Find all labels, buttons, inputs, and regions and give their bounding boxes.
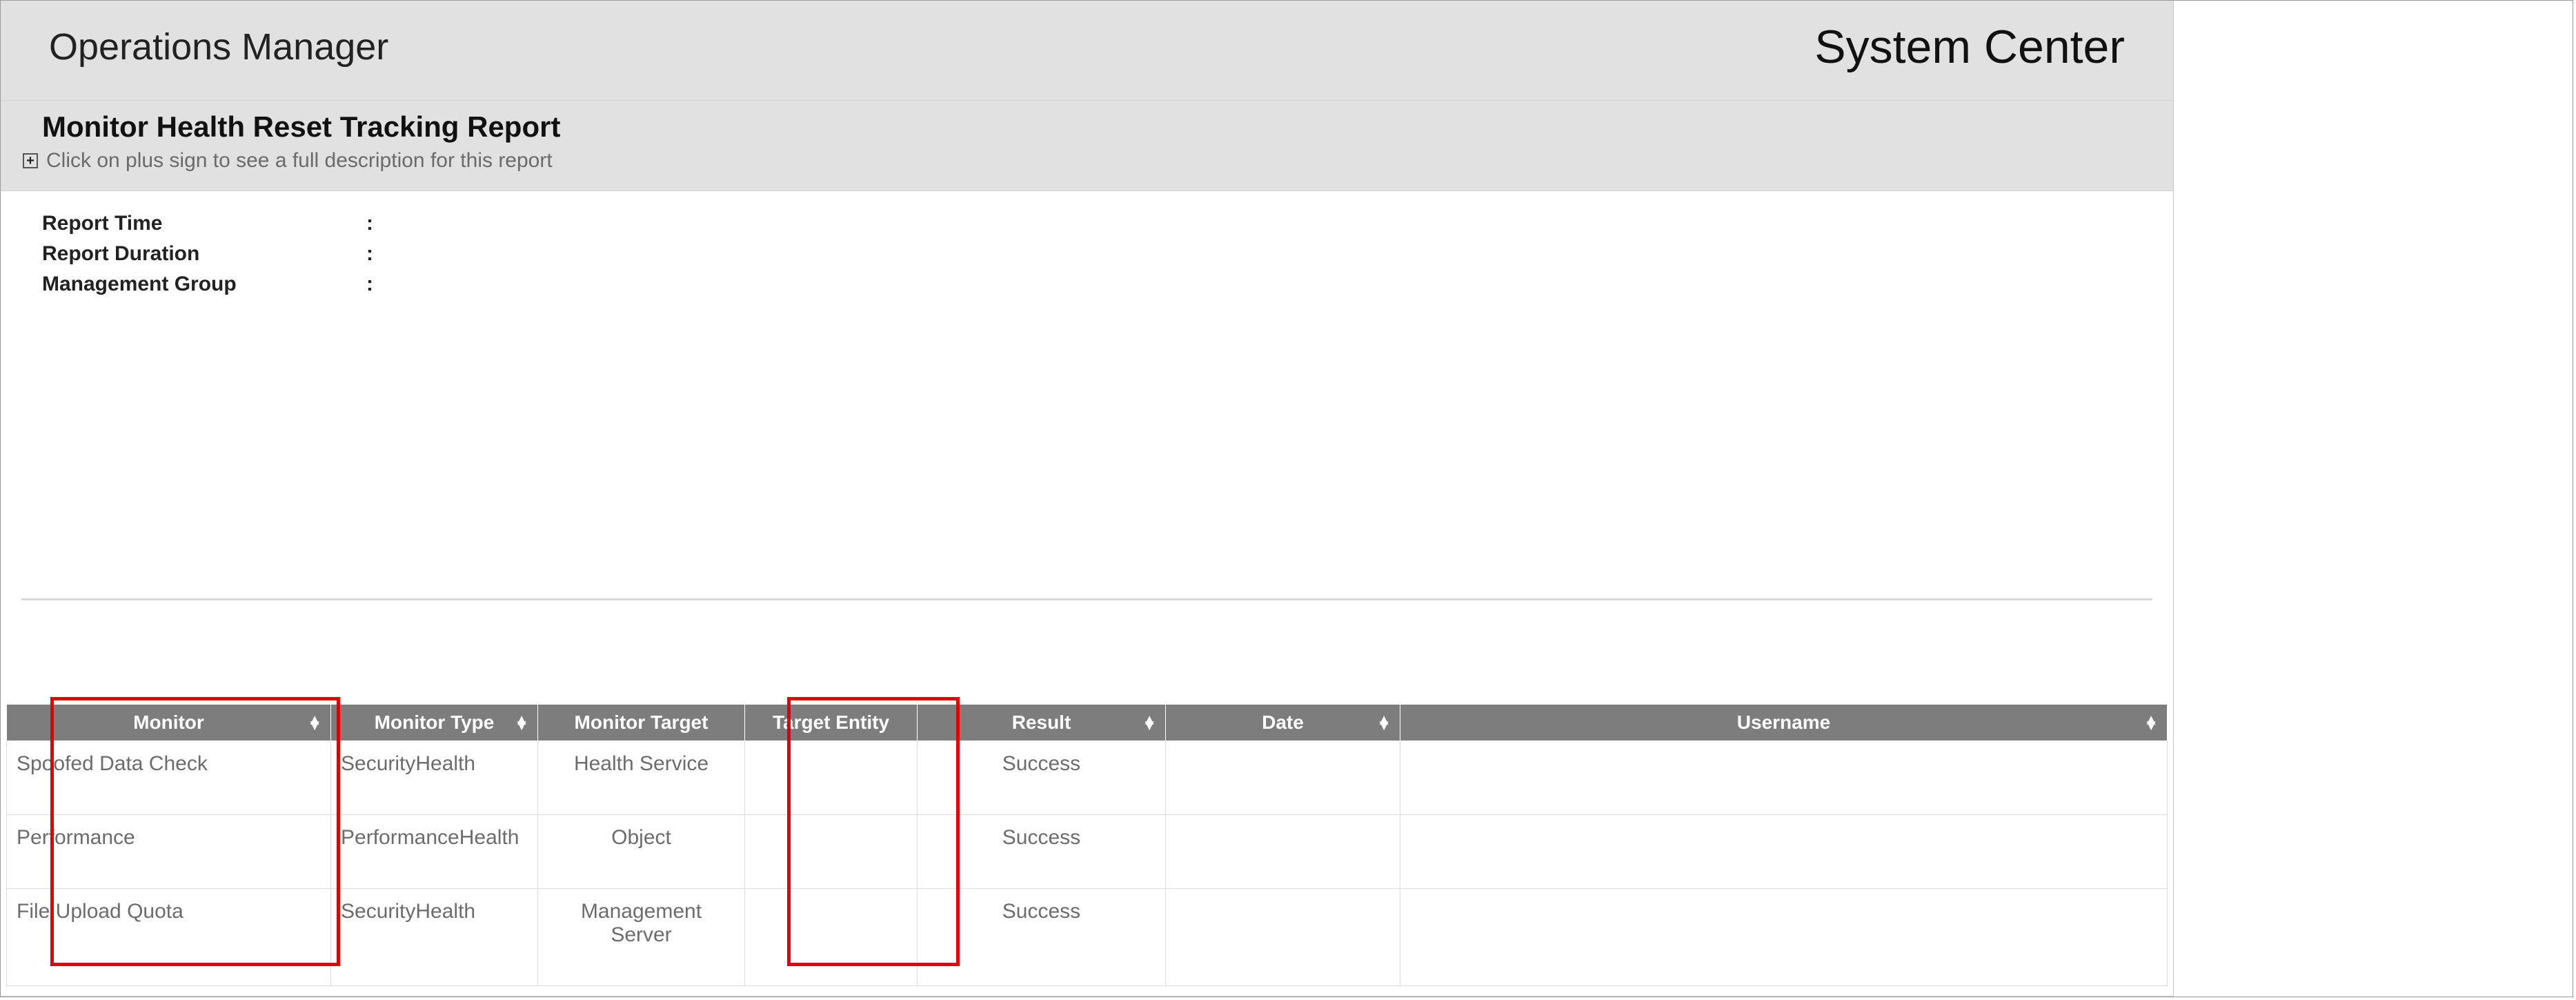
cell-target: Management Server <box>538 889 745 986</box>
cell-user <box>1400 815 2168 889</box>
report-window: Operations Manager System Center Monitor… <box>0 0 2573 997</box>
meta-label: Report Time <box>42 212 366 235</box>
report-pane: Operations Manager System Center Monitor… <box>1 1 2174 997</box>
column-header-entity: Target Entity <box>745 705 918 741</box>
cell-target: Object <box>538 815 745 889</box>
sort-icon[interactable]: ▲▼ <box>1142 717 1157 728</box>
table-body: Spoofed Data CheckSecurityHealthHealth S… <box>7 741 2168 986</box>
table-header-row: Monitor▲▼Monitor Type▲▼Monitor TargetTar… <box>7 705 2168 741</box>
meta-label: Management Group <box>42 273 366 296</box>
cell-monitor: File Upload Quota <box>7 889 331 986</box>
meta-colon: : <box>366 273 387 296</box>
column-header-target: Monitor Target <box>538 705 745 741</box>
cell-user <box>1400 889 2168 986</box>
right-empty-area <box>2174 1 2573 997</box>
cell-result: Success <box>918 889 1166 986</box>
cell-target: Health Service <box>538 741 745 815</box>
column-header-user[interactable]: Username▲▼ <box>1400 705 2168 741</box>
table-row[interactable]: PerformancePerformanceHealthObject Succe… <box>7 815 2168 889</box>
column-header-monitor[interactable]: Monitor▲▼ <box>7 705 331 741</box>
cell-entity <box>745 889 918 986</box>
brand-title: System Center <box>1814 20 2125 74</box>
sort-icon[interactable]: ▲▼ <box>2143 717 2159 728</box>
column-header-result[interactable]: Result▲▼ <box>918 705 1166 741</box>
cell-date <box>1166 889 1400 986</box>
results-table: Monitor▲▼Monitor Type▲▼Monitor TargetTar… <box>6 704 2168 986</box>
cell-type: PerformanceHealth <box>331 815 538 889</box>
cell-entity <box>745 815 918 889</box>
column-header-date[interactable]: Date▲▼ <box>1166 705 1400 741</box>
app-title: Operations Manager <box>49 26 388 68</box>
report-header: Monitor Health Reset Tracking Report + C… <box>1 101 2173 191</box>
expand-hint-text: Click on plus sign to see a full descrip… <box>46 149 553 173</box>
meta-colon: : <box>366 212 387 235</box>
results-table-wrap: Monitor▲▼Monitor Type▲▼Monitor TargetTar… <box>1 600 2173 996</box>
cell-monitor: Spoofed Data Check <box>7 741 331 815</box>
sort-icon[interactable]: ▲▼ <box>307 717 322 728</box>
report-title: Monitor Health Reset Tracking Report <box>20 110 2154 144</box>
cell-result: Success <box>918 815 1166 889</box>
table-row[interactable]: Spoofed Data CheckSecurityHealthHealth S… <box>7 741 2168 815</box>
cell-type: SecurityHealth <box>331 741 538 815</box>
cell-result: Success <box>918 741 1166 815</box>
sort-icon[interactable]: ▲▼ <box>1376 717 1391 728</box>
meta-colon: : <box>366 242 387 266</box>
meta-row: Management Group: <box>42 273 2132 296</box>
meta-row: Report Time: <box>42 212 2132 235</box>
spacer <box>1 303 2173 598</box>
table-row[interactable]: File Upload QuotaSecurityHealthManagemen… <box>7 889 2168 986</box>
plus-icon[interactable]: + <box>23 153 38 168</box>
column-header-type[interactable]: Monitor Type▲▼ <box>331 705 538 741</box>
cell-date <box>1166 741 1400 815</box>
sort-icon[interactable]: ▲▼ <box>514 717 529 728</box>
expand-description-row[interactable]: + Click on plus sign to see a full descr… <box>20 149 2154 173</box>
cell-monitor: Performance <box>7 815 331 889</box>
meta-label: Report Duration <box>42 242 366 266</box>
meta-row: Report Duration: <box>42 242 2132 266</box>
report-metadata: Report Time:Report Duration:Management G… <box>1 191 2173 303</box>
cell-date <box>1166 815 1400 889</box>
cell-entity <box>745 741 918 815</box>
cell-type: SecurityHealth <box>331 889 538 986</box>
cell-user <box>1400 741 2168 815</box>
title-banner: Operations Manager System Center <box>1 1 2173 101</box>
